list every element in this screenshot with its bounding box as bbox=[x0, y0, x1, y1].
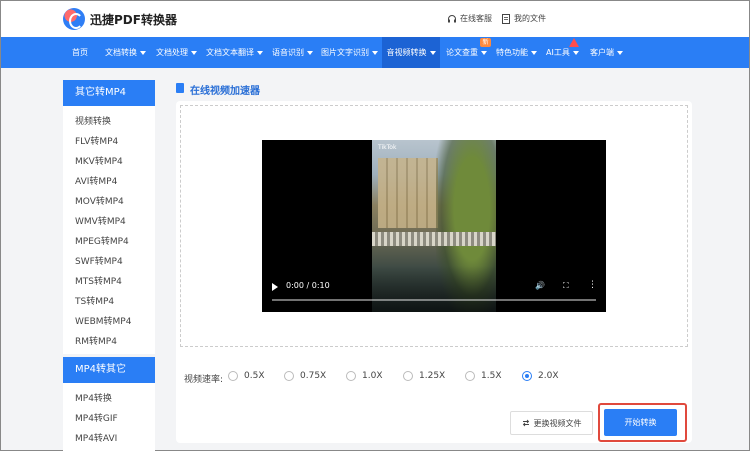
customer-service-label: 在线客服 bbox=[460, 14, 492, 23]
sidebar-item[interactable]: AVI转MP4 bbox=[63, 172, 155, 192]
hot-badge-icon bbox=[569, 38, 579, 47]
play-icon[interactable] bbox=[272, 283, 278, 291]
sidebar-item[interactable]: FLV转MP4 bbox=[63, 132, 155, 152]
caret-down-icon bbox=[481, 50, 487, 55]
speed-option-1-0x[interactable]: 1.0X bbox=[346, 371, 382, 381]
speed-option-label: 0.5X bbox=[244, 371, 265, 381]
radio-button[interactable] bbox=[228, 371, 238, 381]
caret-down-icon bbox=[307, 50, 313, 55]
nav-item-speech[interactable]: 语音识别 bbox=[272, 37, 313, 68]
caret-down-icon bbox=[531, 50, 537, 55]
railing-shape bbox=[372, 232, 496, 246]
sidebar-list-mp4-to-other: MP4转换 MP4转GIF MP4转AVI bbox=[63, 383, 155, 451]
video-progress-bar[interactable] bbox=[272, 299, 596, 301]
headset-icon bbox=[448, 14, 456, 22]
caret-down-icon bbox=[140, 50, 146, 55]
sidebar-list-other-to-mp4: 视频转换 FLV转MP4 MKV转MP4 AVI转MP4 MOV转MP4 WMV… bbox=[63, 106, 155, 354]
sidebar-item[interactable]: MOV转MP4 bbox=[63, 192, 155, 212]
building-shape bbox=[378, 158, 438, 228]
radio-button[interactable] bbox=[346, 371, 356, 381]
new-badge: 新 bbox=[480, 38, 491, 47]
sidebar-item[interactable]: MP4转AVI bbox=[63, 429, 155, 449]
sidebar-section-other-to-mp4[interactable]: 其它转MP4 bbox=[63, 80, 155, 106]
my-files-link[interactable]: 我的文件 bbox=[501, 13, 546, 24]
replace-video-button[interactable]: 更换视频文件 bbox=[510, 411, 593, 435]
sidebar-item[interactable]: WMV转MP4 bbox=[63, 212, 155, 232]
logo-icon[interactable] bbox=[63, 8, 85, 30]
sidebar-item[interactable]: MP4转GIF bbox=[63, 409, 155, 429]
document-icon bbox=[502, 13, 510, 24]
speed-option-1-25x[interactable]: 1.25X bbox=[403, 371, 445, 381]
video-time: 0:00 / 0:10 bbox=[286, 281, 330, 290]
sidebar-item[interactable]: MKV转MP4 bbox=[63, 152, 155, 172]
sidebar-item[interactable]: RM转MP4 bbox=[63, 332, 155, 352]
speed-option-label: 0.75X bbox=[300, 371, 327, 381]
nav-item-doc-convert[interactable]: 文档转换 bbox=[105, 37, 146, 68]
more-options-icon[interactable]: ⋮ bbox=[588, 280, 597, 290]
caret-down-icon bbox=[617, 50, 623, 55]
caret-down-icon bbox=[429, 50, 436, 55]
nav-item-doc-process[interactable]: 文档处理 bbox=[156, 37, 197, 68]
document-icon bbox=[176, 83, 184, 93]
sidebar-item[interactable]: MP4转换 bbox=[63, 389, 155, 409]
nav-item-ocr[interactable]: 图片文字识别 bbox=[321, 37, 378, 68]
sidebar-section-mp4-to-other[interactable]: MP4转其它 bbox=[63, 357, 155, 383]
nav-item-av-convert[interactable]: 音视频转换 bbox=[382, 37, 440, 68]
top-header: 迅捷PDF转换器 在线客服 我的文件 bbox=[1, 1, 749, 37]
sidebar-item[interactable]: TS转MP4 bbox=[63, 292, 155, 312]
sidebar-item[interactable]: MPEG转MP4 bbox=[63, 232, 155, 252]
my-files-label: 我的文件 bbox=[514, 14, 546, 23]
caret-down-icon bbox=[372, 50, 378, 55]
sidebar-item[interactable]: SWF转MP4 bbox=[63, 252, 155, 272]
speed-option-0-75x[interactable]: 0.75X bbox=[284, 371, 326, 381]
caret-down-icon bbox=[572, 50, 579, 55]
nav-item-features[interactable]: 特色功能 bbox=[496, 37, 537, 68]
video-controls: 0:00 / 0:10 🔊 ⛶ ⋮ bbox=[262, 266, 606, 312]
fullscreen-icon[interactable]: ⛶ bbox=[563, 281, 569, 291]
sidebar-item[interactable]: WEBM转MP4 bbox=[63, 312, 155, 332]
customer-service-link[interactable]: 在线客服 bbox=[447, 13, 492, 24]
speed-option-label: 1.0X bbox=[362, 371, 383, 381]
nav-item-translate[interactable]: 文档文本翻译 bbox=[206, 37, 263, 68]
radio-button[interactable] bbox=[284, 371, 294, 381]
sidebar-item[interactable]: MTS转MP4 bbox=[63, 272, 155, 292]
swap-icon bbox=[522, 419, 529, 427]
nav-item-home[interactable]: 首页 bbox=[63, 37, 97, 68]
speed-option-2-0x[interactable]: 2.0X bbox=[522, 371, 558, 381]
main-nav: 首页 文档转换 文档处理 文档文本翻译 语音识别 图片文字识别 音视频转换 论文… bbox=[1, 37, 749, 68]
start-convert-button[interactable]: 开始转换 bbox=[604, 409, 677, 436]
nav-item-client[interactable]: 客户端 bbox=[590, 37, 623, 68]
page-title: 在线视频加速器 bbox=[190, 86, 260, 97]
sidebar-item[interactable]: 视频转换 bbox=[63, 112, 155, 132]
brand-name[interactable]: 迅捷PDF转换器 bbox=[90, 11, 177, 28]
radio-button[interactable] bbox=[465, 371, 475, 381]
speed-option-label: 1.5X bbox=[481, 371, 502, 381]
speed-label: 视频速率: bbox=[184, 375, 224, 385]
radio-button-selected[interactable] bbox=[522, 371, 532, 381]
speed-option-label: 2.0X bbox=[538, 371, 559, 381]
replace-video-label: 更换视频文件 bbox=[533, 418, 582, 428]
speed-option-1-5x[interactable]: 1.5X bbox=[465, 371, 501, 381]
video-player[interactable]: TikTok 0:00 / 0:10 🔊 ⛶ ⋮ bbox=[262, 140, 606, 312]
speed-option-label: 1.25X bbox=[419, 371, 446, 381]
radio-button[interactable] bbox=[403, 371, 413, 381]
caret-down-icon bbox=[191, 50, 197, 55]
speed-option-0-5x[interactable]: 0.5X bbox=[228, 371, 264, 381]
volume-icon[interactable]: 🔊 bbox=[535, 281, 545, 290]
tiktok-watermark: TikTok bbox=[378, 144, 397, 151]
caret-down-icon bbox=[257, 50, 263, 55]
